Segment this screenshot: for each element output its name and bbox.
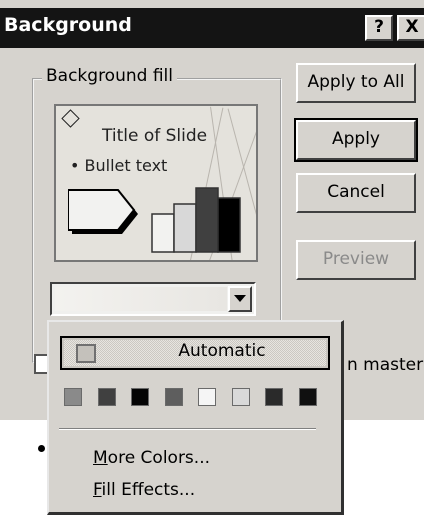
apply-to-all-button[interactable]: Apply to All [296,63,416,103]
chart-bar-1 [151,213,175,253]
fill-effects-label: ill Effects... [101,480,196,500]
automatic-color-option[interactable]: Automatic [60,336,330,370]
close-button[interactable]: X [397,15,424,41]
more-colors-mnemonic: M [93,448,108,468]
chart-bar-3 [195,187,219,253]
color-swatch[interactable] [97,388,116,406]
fill-effects-mnemonic: F [93,480,102,500]
omit-master-graphics-label: n master [347,355,424,375]
color-swatch[interactable] [164,388,183,406]
cancel-button[interactable]: Cancel [296,173,416,213]
automatic-option-highlight: Automatic [64,340,326,366]
help-button[interactable]: ? [365,15,393,41]
slide-preview: Title of Slide • Bullet text [54,104,258,262]
more-colors-label: ore Colors... [107,448,211,468]
slide-bullet-icon [38,445,45,452]
fill-effects-menu-item[interactable]: Fill Effects... [93,480,195,500]
automatic-color-swatch [76,344,96,363]
color-swatch[interactable] [298,388,317,406]
title-bar: Background ? X [0,8,424,48]
dropdown-arrow-button[interactable] [228,286,252,312]
preview-chart-icon [68,187,241,253]
background-fill-dropdown[interactable] [50,282,256,316]
apply-button[interactable]: Apply [294,118,418,162]
preview-title-text: Title of Slide [102,126,208,146]
color-swatch[interactable] [198,388,216,406]
color-swatch[interactable] [64,388,82,406]
fill-color-menu: Automatic More Colors... Fill Effects... [47,320,344,515]
color-swatch[interactable] [265,388,283,406]
more-colors-menu-item[interactable]: More Colors... [93,448,210,468]
chart-bar-4 [217,197,241,253]
color-swatch[interactable] [231,388,250,406]
menu-separator [59,428,316,430]
diamond-shape-icon [61,109,80,128]
automatic-label: Automatic [178,341,266,361]
dialog-title: Background [4,14,132,36]
color-swatch[interactable] [131,388,149,406]
chart-bar-2 [173,203,197,253]
chevron-down-icon [234,295,246,302]
preview-button[interactable]: Preview [296,240,416,280]
background-fill-legend: Background fill [42,66,177,86]
fill-swatch [55,287,227,311]
preview-bullet-text: • Bullet text [70,156,168,175]
